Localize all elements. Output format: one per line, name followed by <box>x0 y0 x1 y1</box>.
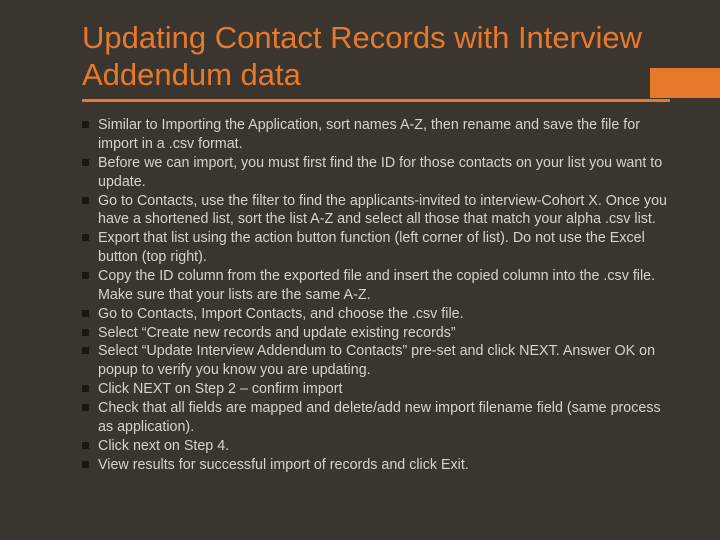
list-item: Before we can import, you must first fin… <box>82 154 670 192</box>
slide-title: Updating Contact Records with Interview … <box>82 20 670 93</box>
slide-content: Updating Contact Records with Interview … <box>0 0 720 494</box>
list-item: Export that list using the action button… <box>82 229 670 267</box>
list-item: View results for successful import of re… <box>82 456 670 475</box>
title-underline <box>82 99 670 102</box>
list-item: Select “Update Interview Addendum to Con… <box>82 342 670 380</box>
list-item: Copy the ID column from the exported fil… <box>82 267 670 305</box>
list-item: Check that all fields are mapped and del… <box>82 399 670 437</box>
list-item: Similar to Importing the Application, so… <box>82 116 670 154</box>
list-item: Go to Contacts, use the filter to find t… <box>82 192 670 230</box>
list-item: Click NEXT on Step 2 – confirm import <box>82 380 670 399</box>
list-item: Go to Contacts, Import Contacts, and cho… <box>82 305 670 324</box>
list-item: Click next on Step 4. <box>82 437 670 456</box>
bullet-list: Similar to Importing the Application, so… <box>82 116 670 474</box>
accent-bar <box>650 68 720 98</box>
list-item: Select “Create new records and update ex… <box>82 324 670 343</box>
